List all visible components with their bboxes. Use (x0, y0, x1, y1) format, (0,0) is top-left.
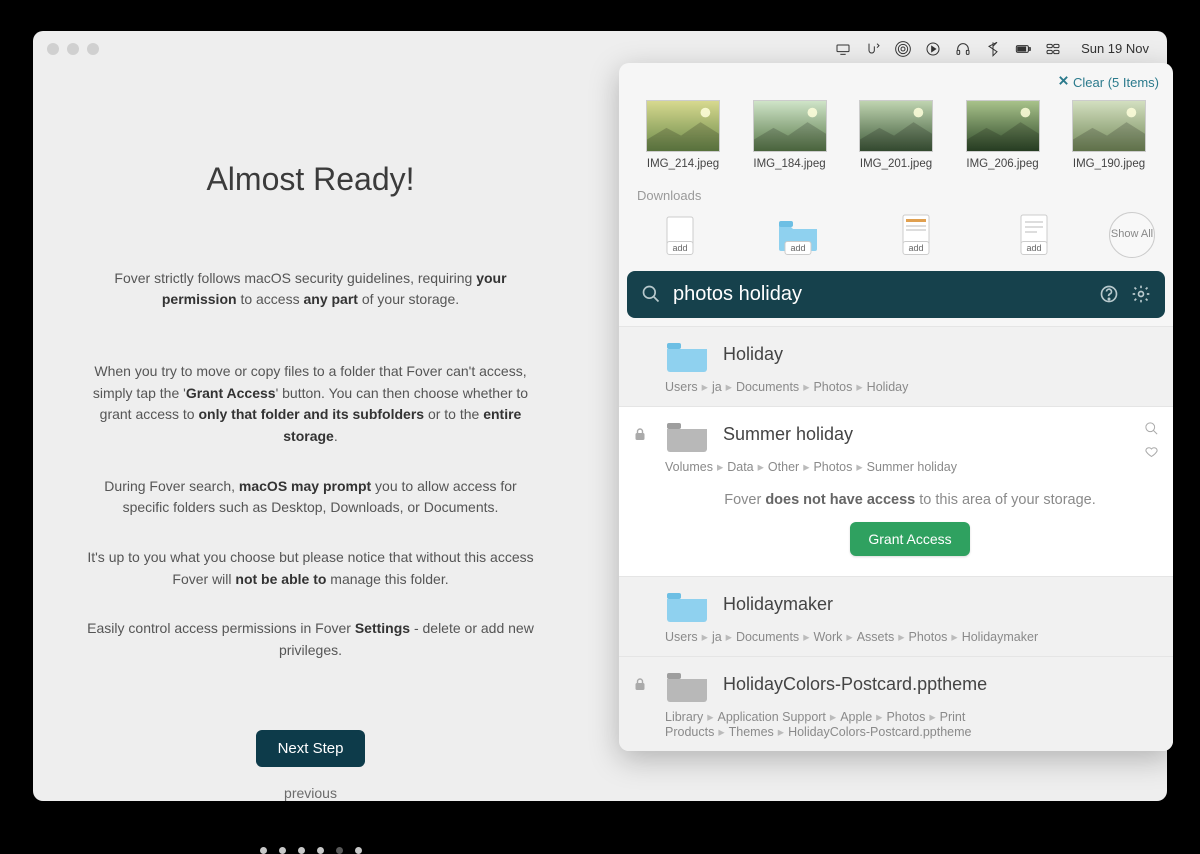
result-path: Users▸ja▸Documents▸Photos▸Holiday (665, 379, 1155, 394)
folder-icon (665, 667, 709, 703)
page-dot[interactable] (279, 847, 286, 854)
thumbnail[interactable]: IMG_206.jpeg (957, 100, 1049, 170)
lock-icon (633, 427, 647, 441)
thumbnail[interactable]: IMG_214.jpeg (637, 100, 729, 170)
search-bar[interactable]: photos holiday (627, 271, 1165, 318)
thumbnail-label: IMG_206.jpeg (957, 158, 1049, 170)
close-icon (1058, 75, 1069, 86)
folder-icon (665, 337, 709, 373)
result-path: Volumes▸Data▸Other▸Photos▸Summer holiday (665, 459, 1155, 474)
control-center-icon[interactable] (1045, 41, 1061, 57)
thumbnail[interactable]: IMG_184.jpeg (744, 100, 836, 170)
bluetooth-icon[interactable] (985, 41, 1001, 57)
search-result[interactable]: Summer holiday Volumes▸Data▸Other▸Photos… (619, 406, 1173, 576)
onboarding-p2: When you try to move or copy files to a … (81, 361, 540, 448)
thumbnail-label: IMG_214.jpeg (637, 158, 729, 170)
folder-icon (665, 587, 709, 623)
result-title: HolidayColors-Postcard.pptheme (723, 674, 987, 695)
thumbnail-image (1072, 100, 1146, 152)
download-slot[interactable]: add (991, 211, 1077, 259)
page-dot[interactable] (336, 847, 343, 854)
thumbnail[interactable]: IMG_190.jpeg (1063, 100, 1155, 170)
search-popover: Clear (5 Items) IMG_214.jpeg (619, 63, 1173, 751)
display-icon[interactable] (835, 41, 851, 57)
heart-icon[interactable] (1144, 444, 1159, 459)
battery-icon[interactable] (1015, 41, 1031, 57)
result-title: Summer holiday (723, 424, 853, 445)
search-result[interactable]: Holiday Users▸ja▸Documents▸Photos▸Holida… (619, 326, 1173, 406)
menubar-date[interactable]: Sun 19 Nov (1081, 41, 1149, 56)
search-result[interactable]: Holidaymaker Users▸ja▸Documents▸Work▸Ass… (619, 576, 1173, 656)
page-dot[interactable] (298, 847, 305, 854)
onboarding-panel: Almost Ready! Fover strictly follows mac… (33, 31, 588, 801)
download-slot[interactable]: add (637, 211, 723, 259)
grant-access-button[interactable]: Grant Access (850, 522, 969, 556)
onboarding-p4: It's up to you what you choose but pleas… (81, 547, 540, 590)
thumbnail-image (859, 100, 933, 152)
folder-icon (665, 417, 709, 453)
result-title: Holidaymaker (723, 594, 833, 615)
next-step-button[interactable]: Next Step (256, 730, 366, 767)
search-input[interactable]: photos holiday (673, 283, 1087, 306)
clear-items-button[interactable]: Clear (5 Items) (619, 73, 1173, 96)
search-result[interactable]: HolidayColors-Postcard.pptheme Library▸A… (619, 656, 1173, 751)
onboarding-p3: During Fover search, macOS may prompt yo… (81, 476, 540, 519)
onboarding-p5: Easily control access permissions in Fov… (81, 618, 540, 661)
handoff-icon[interactable] (865, 41, 881, 57)
downloads-label: Downloads (619, 178, 1173, 211)
download-slot[interactable]: add (755, 211, 841, 259)
downloads-row: add add add add Show All (619, 211, 1173, 271)
page-dots (81, 847, 540, 854)
airdrop-icon[interactable] (895, 41, 911, 57)
gear-icon[interactable] (1131, 284, 1151, 304)
page-dot[interactable] (317, 847, 324, 854)
page-dot[interactable] (260, 847, 267, 854)
access-block: Fover does not have access to this area … (665, 474, 1155, 564)
onboarding-intro: Fover strictly follows macOS security gu… (81, 268, 540, 311)
recent-thumbnails: IMG_214.jpeg IMG_184.jpeg (619, 96, 1173, 178)
thumbnail-label: IMG_190.jpeg (1063, 158, 1155, 170)
menubar-right: Sun 19 Nov (835, 41, 1149, 57)
download-slot[interactable]: add (873, 211, 959, 259)
page-dot[interactable] (355, 847, 362, 854)
help-icon[interactable] (1099, 284, 1119, 304)
thumbnail-label: IMG_201.jpeg (850, 158, 942, 170)
thumbnail-image (753, 100, 827, 152)
thumbnail-label: IMG_184.jpeg (744, 158, 836, 170)
thumbnail[interactable]: IMG_201.jpeg (850, 100, 942, 170)
thumbnail-image (646, 100, 720, 152)
search-icon[interactable] (1144, 421, 1159, 436)
app-window: Sun 19 Nov Almost Ready! Fover strictly … (33, 31, 1167, 801)
result-path: Library▸Application Support▸Apple▸Photos… (665, 709, 1155, 739)
show-all-button[interactable]: Show All (1109, 212, 1155, 258)
onboarding-title: Almost Ready! (81, 161, 540, 198)
search-results: Holiday Users▸ja▸Documents▸Photos▸Holida… (619, 326, 1173, 751)
lock-icon (633, 677, 647, 691)
result-title: Holiday (723, 344, 783, 365)
previous-link[interactable]: previous (81, 785, 540, 801)
result-path: Users▸ja▸Documents▸Work▸Assets▸Photos▸Ho… (665, 629, 1155, 644)
headphones-icon[interactable] (955, 41, 971, 57)
thumbnail-image (966, 100, 1040, 152)
play-icon[interactable] (925, 41, 941, 57)
search-icon (641, 284, 661, 304)
